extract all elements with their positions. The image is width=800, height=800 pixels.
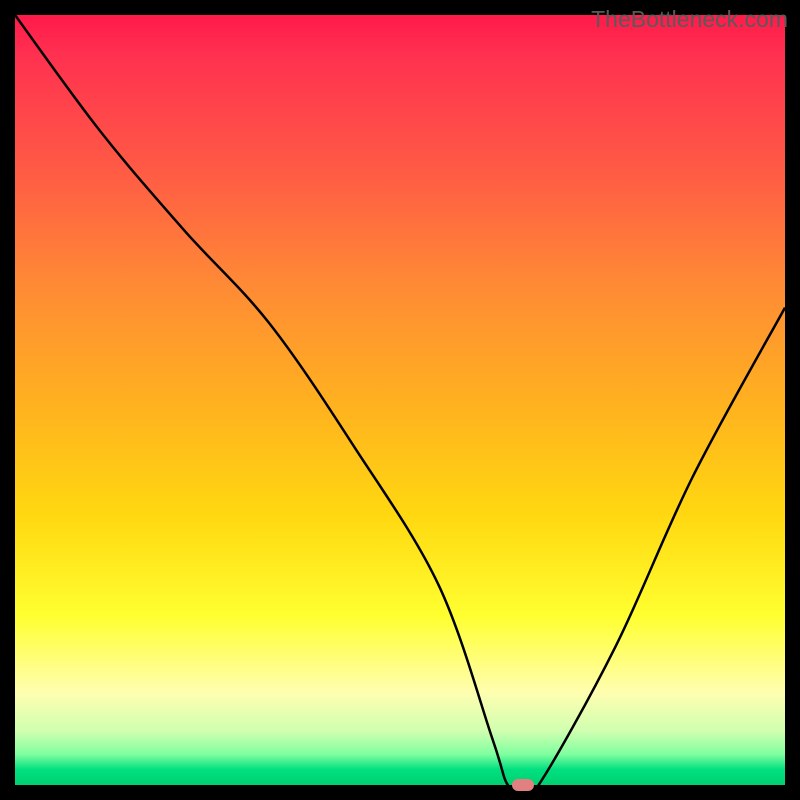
bottleneck-curve	[15, 15, 785, 785]
optimum-marker	[512, 779, 534, 791]
watermark-text: TheBottleneck.com	[591, 6, 788, 33]
chart-plot-area	[15, 15, 785, 785]
